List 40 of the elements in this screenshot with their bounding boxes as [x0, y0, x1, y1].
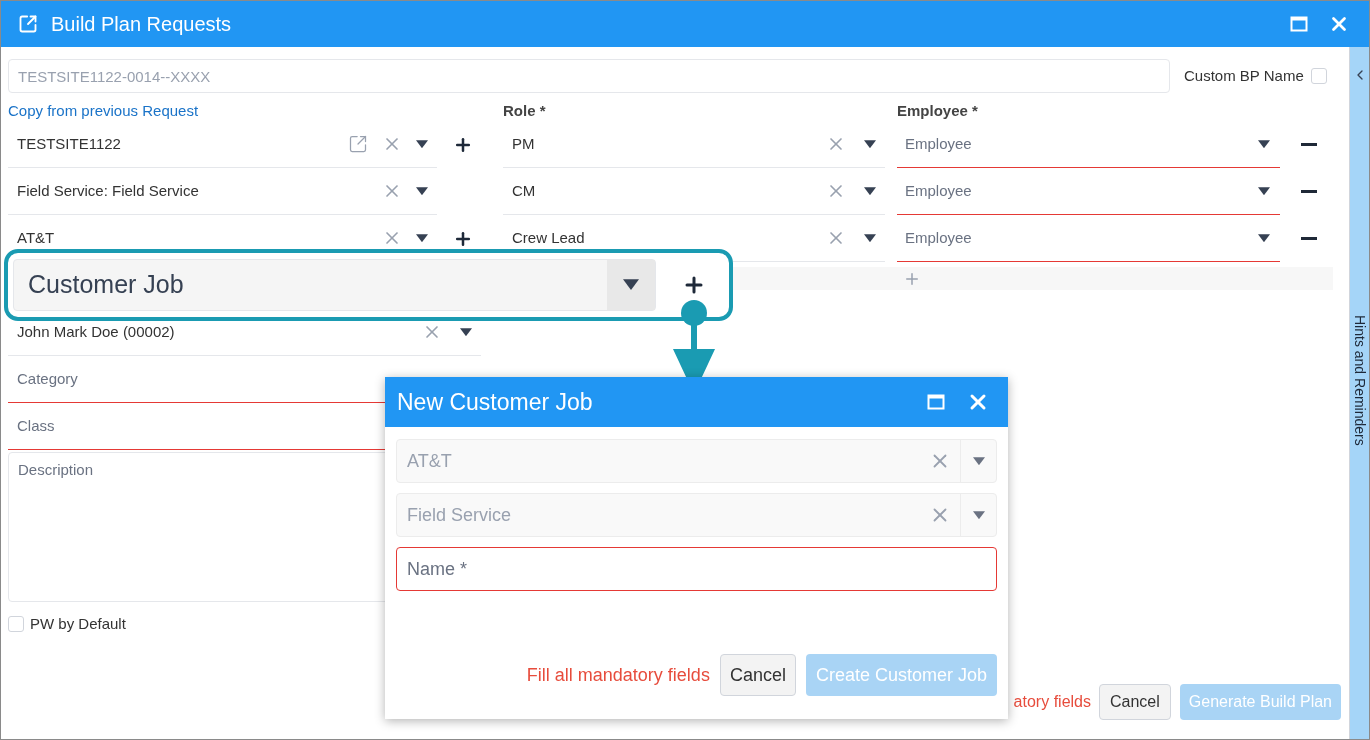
caret-icon[interactable]	[623, 279, 639, 291]
customer-job-field[interactable]: Customer Job	[13, 259, 656, 311]
caret-icon[interactable]	[416, 186, 428, 196]
sidebar-label: Hints and Reminders	[1350, 315, 1369, 446]
role-header: Role *	[503, 100, 547, 121]
maximize-icon[interactable]	[1290, 15, 1308, 33]
external-link-icon[interactable]	[348, 134, 368, 154]
pw-default-label: PW by Default	[30, 613, 126, 634]
caret-icon[interactable]	[1258, 233, 1270, 243]
caret-icon[interactable]	[460, 327, 472, 337]
name-field[interactable]: Name *	[396, 547, 997, 591]
caret-icon[interactable]	[416, 139, 428, 149]
external-link-icon	[18, 14, 38, 34]
select-field[interactable]: Field Service: Field Service	[8, 168, 437, 215]
select-field[interactable]: TESTSITE1122	[8, 121, 437, 168]
hints-sidebar[interactable]: Hints and Reminders	[1349, 47, 1369, 739]
minus-icon	[1301, 237, 1317, 240]
cancel-button[interactable]: Cancel	[719, 654, 796, 696]
checkbox[interactable]	[8, 616, 24, 632]
select-field[interactable]: PM	[503, 121, 885, 168]
select-field[interactable]: Employee	[897, 215, 1280, 262]
caret-icon[interactable]	[864, 186, 876, 196]
minus-icon	[1301, 143, 1317, 146]
select-field[interactable]: CM	[503, 168, 885, 215]
caret-icon[interactable]	[1258, 186, 1270, 196]
caret-icon[interactable]	[1258, 139, 1270, 149]
select-field[interactable]: Employee	[897, 168, 1280, 215]
custom-bp-name-label: Custom BP Name	[1184, 65, 1304, 86]
caret-icon[interactable]	[864, 233, 876, 243]
employee-header: Employee *	[897, 100, 978, 121]
validation-message: Fill all mandatory fields	[526, 663, 710, 687]
select-field[interactable]: Employee	[897, 121, 1280, 168]
minus-icon	[1301, 190, 1317, 193]
window-title: Build Plan Requests	[51, 12, 232, 37]
caret-icon[interactable]	[416, 233, 428, 243]
cancel-button[interactable]: Cancel	[1099, 684, 1171, 720]
validation-message: atory fields	[1013, 692, 1091, 712]
copy-previous-link[interactable]: Copy from previous Request	[8, 99, 503, 123]
caret-icon[interactable]	[864, 139, 876, 149]
checkbox[interactable]	[1310, 68, 1327, 84]
